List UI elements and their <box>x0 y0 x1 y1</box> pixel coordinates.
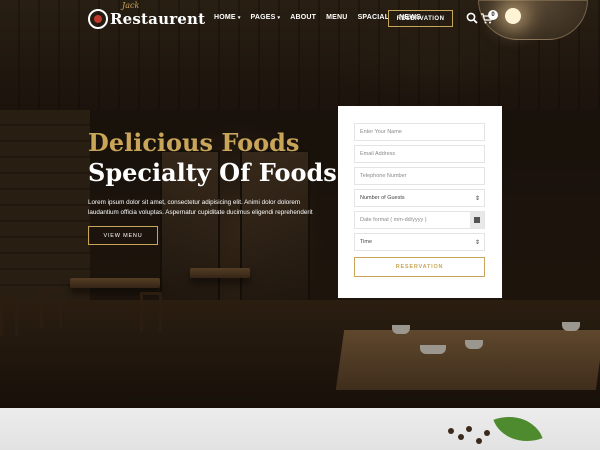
nav-menu[interactable]: MENU <box>326 14 347 21</box>
header-reservation-button[interactable]: RESERVATION <box>388 10 453 27</box>
view-menu-button[interactable]: VIEW MENU <box>88 226 158 245</box>
phone-field[interactable]: Telephone Number <box>354 167 485 185</box>
chevron-updown-icon: ⇕ <box>474 240 480 246</box>
calendar-icon[interactable] <box>470 212 484 228</box>
hero-title-gold: Delicious Foods <box>88 128 300 157</box>
chevron-down-icon: ▾ <box>237 14 241 21</box>
nav-spacial[interactable]: SPACIAL <box>358 14 390 21</box>
email-field[interactable]: Email Address <box>354 145 485 163</box>
nav-pages[interactable]: PAGES ▾ <box>251 14 281 21</box>
coffee-bean-decor <box>448 428 454 434</box>
site-logo[interactable]: Restaurent Jack <box>88 1 206 32</box>
form-reservation-button[interactable]: RESERVATION <box>354 257 485 277</box>
nav-about[interactable]: ABOUT <box>290 14 316 21</box>
hero-description: Lorem ipsum dolor sit amet, consectetur … <box>88 199 313 216</box>
coffee-bean-decor <box>476 438 482 444</box>
coffee-bean-decor <box>484 430 490 436</box>
chevron-down-icon: ▾ <box>277 14 281 21</box>
coffee-bean-decor <box>466 426 472 432</box>
logo-text: Restaurent <box>110 10 206 28</box>
time-select[interactable]: Time ⇕ <box>354 233 485 251</box>
date-field[interactable]: Date format ( mm-dd/yyyy ) <box>354 211 485 229</box>
search-icon[interactable] <box>466 12 478 24</box>
logo-icon <box>88 9 108 29</box>
coffee-bean-decor <box>458 434 464 440</box>
name-field[interactable]: Enter Your Name <box>354 123 485 141</box>
nav-home[interactable]: HOME ▾ <box>214 14 241 21</box>
cart-count-badge: 0 <box>488 10 498 20</box>
hero-title-white: Specialty Of Foods <box>88 158 337 187</box>
reservation-form: Enter Your Name Email Address Telephone … <box>338 106 502 298</box>
logo-script: Jack <box>122 1 140 10</box>
guests-select[interactable]: Number of Guests ⇕ <box>354 189 485 207</box>
chevron-updown-icon: ⇕ <box>474 196 480 202</box>
